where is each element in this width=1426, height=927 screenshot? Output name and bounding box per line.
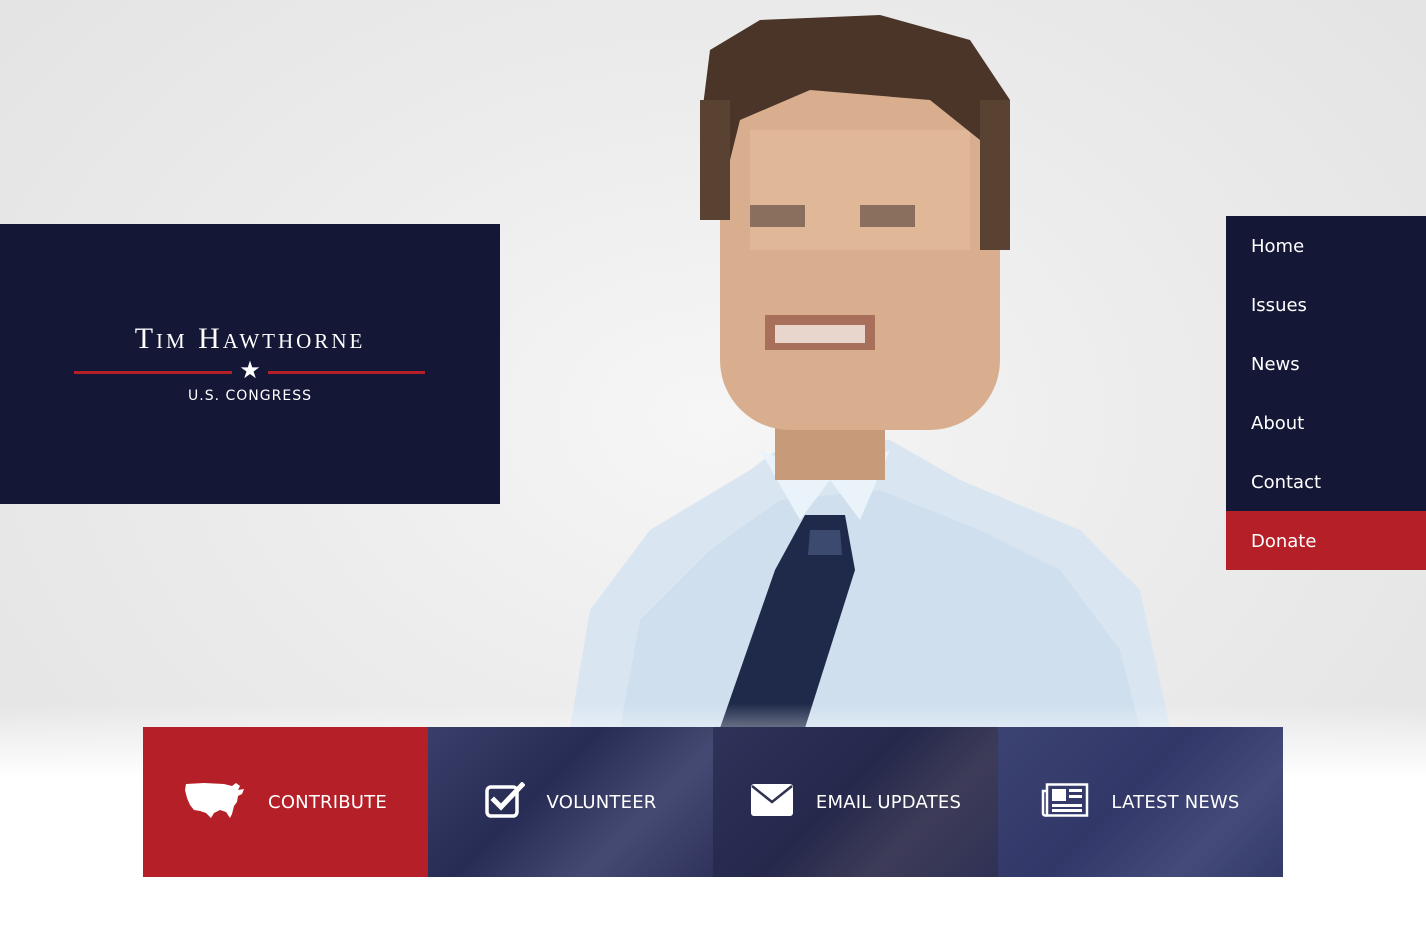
logo-panel[interactable]: Tim Hawthorne ★ U.S. CONGRESS <box>0 224 500 504</box>
envelope-icon <box>750 783 794 822</box>
latest-news-button[interactable]: LATEST NEWS <box>998 727 1283 877</box>
volunteer-button[interactable]: VOLUNTEER <box>428 727 713 877</box>
logo-rule-left <box>74 371 232 374</box>
nav-item-about[interactable]: About <box>1226 393 1426 452</box>
email-updates-button[interactable]: EMAIL UPDATES <box>713 727 998 877</box>
email-updates-label: EMAIL UPDATES <box>815 791 962 813</box>
nav-item-donate[interactable]: Donate <box>1226 511 1426 570</box>
contribute-button[interactable]: CONTRIBUTE <box>143 727 428 877</box>
contribute-label: CONTRIBUTE <box>268 791 387 813</box>
usa-map-icon <box>184 780 246 825</box>
newspaper-icon <box>1041 782 1089 822</box>
main-nav: Home Issues News About Contact Donate <box>1226 216 1426 570</box>
nav-item-news[interactable]: News <box>1226 334 1426 393</box>
volunteer-label: VOLUNTEER <box>546 791 657 813</box>
logo-rule-right <box>268 371 425 374</box>
action-bar: CONTRIBUTE VOLUNTEER EMAIL UPDATES LATES… <box>143 727 1283 877</box>
nav-item-contact[interactable]: Contact <box>1226 452 1426 511</box>
nav-item-issues[interactable]: Issues <box>1226 275 1426 334</box>
checkbox-icon <box>484 780 526 823</box>
latest-news-label: LATEST NEWS <box>1111 791 1240 813</box>
candidate-portrait <box>560 10 1180 728</box>
candidate-name: Tim Hawthorne <box>134 322 366 355</box>
nav-item-home[interactable]: Home <box>1226 216 1426 275</box>
logo-subtitle: U.S. CONGRESS <box>188 388 312 404</box>
star-icon: ★ <box>239 356 261 384</box>
